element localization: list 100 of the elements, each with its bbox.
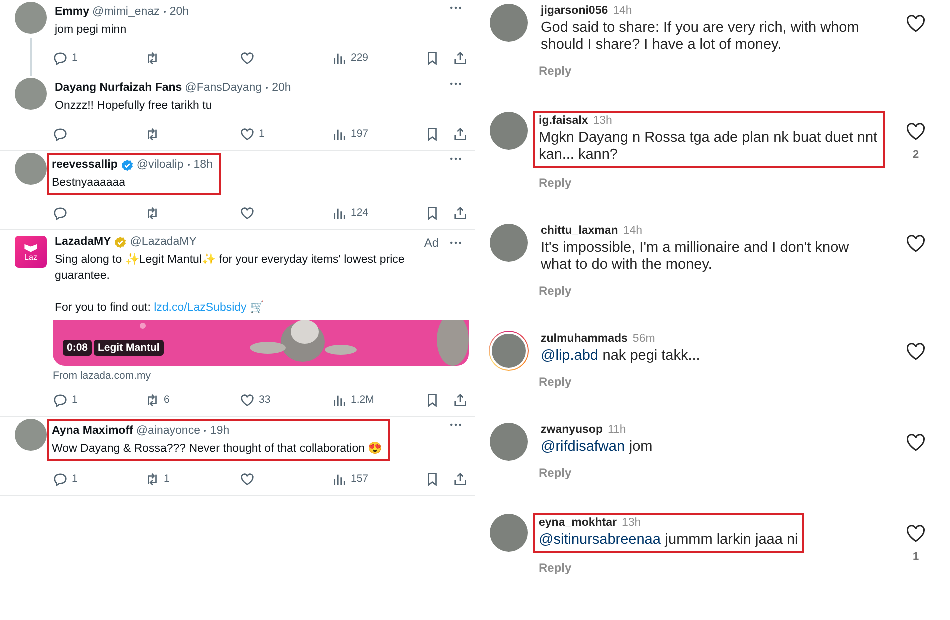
retweet-button[interactable]: 1 [145,472,170,486]
user-handle[interactable]: @mimi_enaz [92,6,160,18]
more-icon[interactable] [449,6,463,10]
comment-time: 14h [613,5,632,17]
speech-bubble-icon [53,472,68,486]
reply-button[interactable]: 1 [53,472,78,486]
heart-icon[interactable] [906,123,926,141]
retweet-button[interactable] [145,206,160,220]
post-text: Wow Dayang & Rossa??? Never thought of that collaboration 😍 [52,441,382,457]
bookmark-icon[interactable] [425,206,440,220]
user-handle[interactable]: @ainayonce [136,425,200,437]
repost-icon [145,206,160,220]
post-time: 20h [272,82,292,94]
views-button[interactable]: 229 [332,50,369,66]
user-name[interactable]: Dayang Nurfaizah Fans [55,82,182,94]
share-icon[interactable] [453,392,468,408]
more-icon[interactable] [449,423,463,427]
mention-link[interactable]: @rifdisafwan [541,439,626,455]
app-logo[interactable]: Laz [15,236,47,268]
username[interactable]: zwanyusop [541,424,603,436]
more-icon[interactable] [449,241,463,245]
speech-bubble-icon [53,392,68,408]
repost-icon [145,392,160,408]
heart-icon[interactable] [906,15,926,33]
user-name[interactable]: reevessallip [52,159,118,171]
views-button[interactable]: 124 [332,206,369,220]
speech-bubble-icon [53,206,68,220]
like-count: 1 [912,551,920,563]
post-text: For you to find out: lzd.co/LazSubsidy 🛒 [55,300,265,316]
reply-button[interactable]: Reply [539,375,572,389]
share-icon[interactable] [453,472,468,486]
like-button[interactable] [240,472,255,486]
like-button[interactable]: 33 [240,392,271,408]
comment-text: God said to share: If you are very rich, with whom should I share? I have a lot of money. [541,20,860,54]
share-icon[interactable] [453,50,468,66]
like-button[interactable] [240,50,255,66]
heart-icon[interactable] [906,235,926,253]
video-duration: 0:08 [63,340,92,356]
post-text: Onzzz!! Hopefully free tarikh tu [55,99,214,114]
comment-text: @sitinursabreenaa jummm larkin jaaa ni [539,532,798,549]
reply-button[interactable] [53,206,68,220]
heart-icon [240,206,255,220]
user-handle[interactable]: @viloalip [136,159,184,171]
views-button[interactable]: 1.2M [332,392,374,408]
username[interactable]: jigarsoni056 [541,5,608,17]
views-button[interactable]: 157 [332,472,369,486]
heart-icon[interactable] [906,434,926,452]
username[interactable]: zulmuhammads [541,333,628,345]
speech-bubble-icon [53,50,68,66]
reply-button[interactable]: Reply [539,284,572,298]
reply-button[interactable]: 1 [53,50,78,66]
heart-icon [240,126,255,142]
user-name[interactable]: Ayna Maximoff [52,425,134,437]
bookmark-icon[interactable] [425,50,440,66]
comment-text: @lip.abd nak pegi takk... [541,348,702,365]
avatar[interactable] [15,419,47,451]
post-text: jom pegi minn [55,23,128,38]
avatar[interactable] [15,78,47,110]
retweet-button[interactable] [145,126,160,142]
bookmark-icon[interactable] [425,472,440,486]
heart-icon [240,392,255,408]
repost-icon [145,472,160,486]
views-button[interactable]: 197 [332,126,369,142]
share-icon[interactable] [453,206,468,220]
video-title: Legit Mantul [94,340,164,356]
heart-icon[interactable] [906,525,926,543]
username[interactable]: chittu_laxman [541,225,618,237]
retweet-button[interactable] [145,50,160,66]
comment-text: @rifdisafwan jom [541,439,654,456]
comment-text: It's impossible, I'm a millionaire and I don't know what to do with the money. [541,240,850,274]
reply-button[interactable] [53,126,68,142]
retweet-button[interactable]: 6 [145,392,170,408]
avatar[interactable] [489,331,529,371]
mention-link[interactable]: @sitinursabreenaa [539,532,661,548]
reply-button[interactable]: Reply [539,176,572,190]
user-name[interactable]: LazadaMY [55,236,112,248]
avatar[interactable] [15,153,47,185]
more-icon[interactable] [449,157,463,161]
comment-time: 13h [593,115,612,127]
reply-button[interactable]: 1 [53,392,78,408]
like-button[interactable]: 1 [240,126,265,142]
user-handle[interactable]: @FansDayang [185,82,262,94]
user-name[interactable]: Emmy [55,6,90,18]
username[interactable]: eyna_mokhtar [539,517,617,529]
like-button[interactable] [240,206,255,220]
bookmark-icon[interactable] [425,126,440,142]
post-time: 18h [194,159,213,171]
comment-time: 14h [623,225,643,237]
reply-button[interactable]: Reply [539,64,572,78]
user-handle[interactable]: @LazadaMY [130,236,197,248]
share-icon[interactable] [453,126,468,142]
bookmark-icon[interactable] [425,392,440,408]
reply-button[interactable]: Reply [539,466,572,480]
comment-time: 13h [622,517,642,529]
reply-button[interactable]: Reply [539,561,572,575]
mention-link[interactable]: @lip.abd [541,348,598,364]
username[interactable]: ig.faisalx [539,115,588,127]
heart-icon[interactable] [906,343,926,361]
avatar[interactable] [15,2,47,34]
more-icon[interactable] [449,82,463,86]
